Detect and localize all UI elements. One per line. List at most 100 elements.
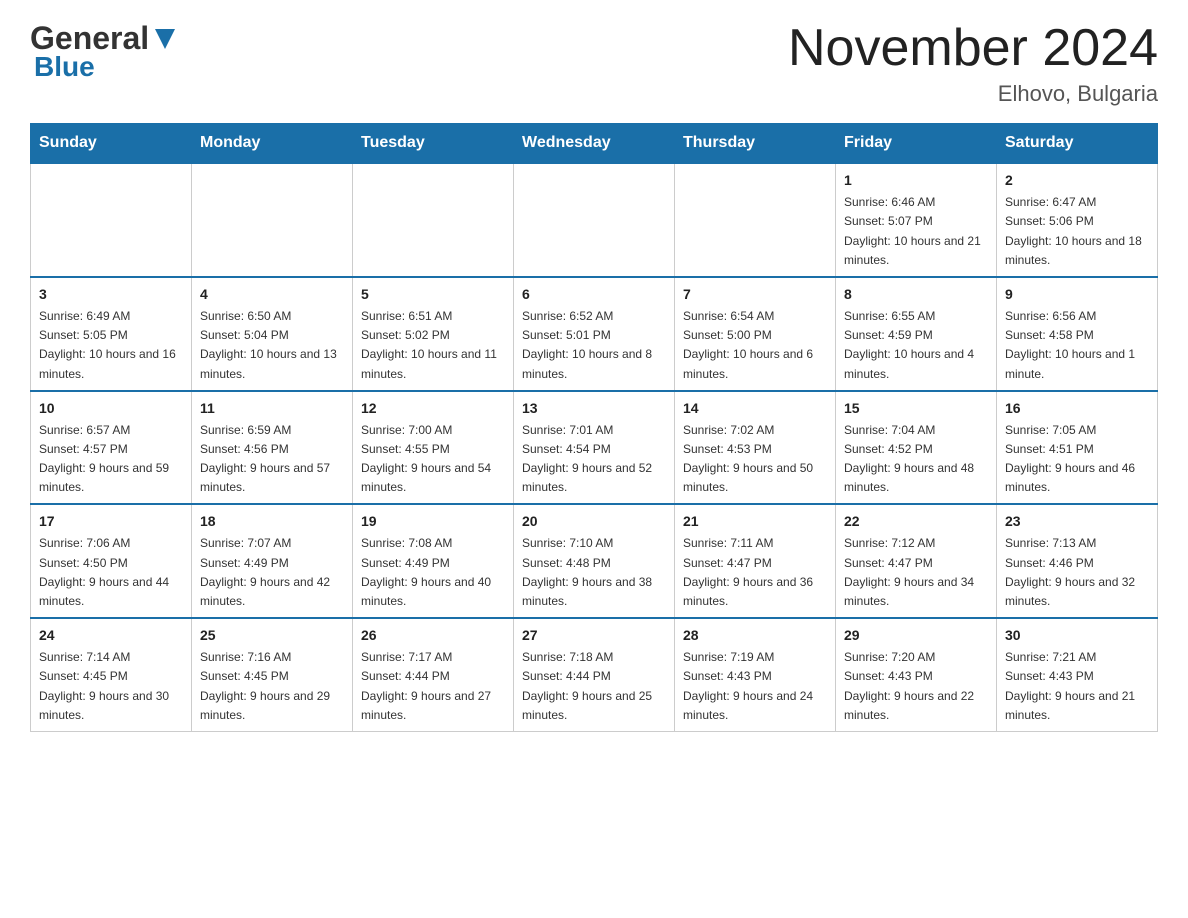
day-info: Sunrise: 7:16 AMSunset: 4:45 PMDaylight:… [200, 650, 330, 722]
day-number: 28 [683, 625, 827, 646]
day-number: 11 [200, 398, 344, 419]
calendar-day-cell [31, 163, 192, 277]
day-number: 29 [844, 625, 988, 646]
day-info: Sunrise: 7:08 AMSunset: 4:49 PMDaylight:… [361, 536, 491, 608]
day-info: Sunrise: 7:05 AMSunset: 4:51 PMDaylight:… [1005, 423, 1135, 495]
day-number: 21 [683, 511, 827, 532]
day-number: 23 [1005, 511, 1149, 532]
calendar-day-cell: 13 Sunrise: 7:01 AMSunset: 4:54 PMDaylig… [514, 391, 675, 505]
calendar-day-cell: 19 Sunrise: 7:08 AMSunset: 4:49 PMDaylig… [353, 504, 514, 618]
day-number: 12 [361, 398, 505, 419]
calendar-week-row: 10 Sunrise: 6:57 AMSunset: 4:57 PMDaylig… [31, 391, 1158, 505]
calendar-day-cell: 1 Sunrise: 6:46 AMSunset: 5:07 PMDayligh… [836, 163, 997, 277]
day-number: 30 [1005, 625, 1149, 646]
day-number: 25 [200, 625, 344, 646]
day-number: 1 [844, 170, 988, 191]
day-number: 15 [844, 398, 988, 419]
logo-blue: Blue [34, 51, 95, 83]
day-number: 3 [39, 284, 183, 305]
header-tuesday: Tuesday [353, 124, 514, 164]
day-number: 2 [1005, 170, 1149, 191]
calendar-day-cell: 27 Sunrise: 7:18 AMSunset: 4:44 PMDaylig… [514, 618, 675, 731]
day-info: Sunrise: 6:56 AMSunset: 4:58 PMDaylight:… [1005, 309, 1135, 381]
day-info: Sunrise: 6:52 AMSunset: 5:01 PMDaylight:… [522, 309, 652, 381]
day-info: Sunrise: 7:18 AMSunset: 4:44 PMDaylight:… [522, 650, 652, 722]
day-info: Sunrise: 6:46 AMSunset: 5:07 PMDaylight:… [844, 195, 981, 267]
calendar-week-row: 1 Sunrise: 6:46 AMSunset: 5:07 PMDayligh… [31, 163, 1158, 277]
day-info: Sunrise: 7:07 AMSunset: 4:49 PMDaylight:… [200, 536, 330, 608]
day-number: 9 [1005, 284, 1149, 305]
day-info: Sunrise: 6:54 AMSunset: 5:00 PMDaylight:… [683, 309, 813, 381]
calendar-day-cell: 23 Sunrise: 7:13 AMSunset: 4:46 PMDaylig… [997, 504, 1158, 618]
weekday-header-row: Sunday Monday Tuesday Wednesday Thursday… [31, 124, 1158, 164]
day-number: 14 [683, 398, 827, 419]
day-number: 27 [522, 625, 666, 646]
day-info: Sunrise: 7:02 AMSunset: 4:53 PMDaylight:… [683, 423, 813, 495]
calendar-day-cell: 8 Sunrise: 6:55 AMSunset: 4:59 PMDayligh… [836, 277, 997, 391]
day-number: 17 [39, 511, 183, 532]
calendar-day-cell: 26 Sunrise: 7:17 AMSunset: 4:44 PMDaylig… [353, 618, 514, 731]
calendar-day-cell: 9 Sunrise: 6:56 AMSunset: 4:58 PMDayligh… [997, 277, 1158, 391]
day-info: Sunrise: 7:13 AMSunset: 4:46 PMDaylight:… [1005, 536, 1135, 608]
location-subtitle: Elhovo, Bulgaria [788, 81, 1158, 107]
day-info: Sunrise: 7:01 AMSunset: 4:54 PMDaylight:… [522, 423, 652, 495]
calendar-week-row: 17 Sunrise: 7:06 AMSunset: 4:50 PMDaylig… [31, 504, 1158, 618]
header-wednesday: Wednesday [514, 124, 675, 164]
page-header: General Blue November 2024 Elhovo, Bulga… [30, 20, 1158, 107]
day-number: 18 [200, 511, 344, 532]
day-info: Sunrise: 7:21 AMSunset: 4:43 PMDaylight:… [1005, 650, 1135, 722]
calendar-day-cell: 6 Sunrise: 6:52 AMSunset: 5:01 PMDayligh… [514, 277, 675, 391]
calendar-day-cell: 17 Sunrise: 7:06 AMSunset: 4:50 PMDaylig… [31, 504, 192, 618]
day-number: 26 [361, 625, 505, 646]
calendar-day-cell: 12 Sunrise: 7:00 AMSunset: 4:55 PMDaylig… [353, 391, 514, 505]
day-info: Sunrise: 6:55 AMSunset: 4:59 PMDaylight:… [844, 309, 974, 381]
day-info: Sunrise: 7:19 AMSunset: 4:43 PMDaylight:… [683, 650, 813, 722]
calendar-day-cell: 4 Sunrise: 6:50 AMSunset: 5:04 PMDayligh… [192, 277, 353, 391]
day-number: 4 [200, 284, 344, 305]
calendar-day-cell [192, 163, 353, 277]
calendar-day-cell: 18 Sunrise: 7:07 AMSunset: 4:49 PMDaylig… [192, 504, 353, 618]
calendar-day-cell: 20 Sunrise: 7:10 AMSunset: 4:48 PMDaylig… [514, 504, 675, 618]
day-info: Sunrise: 7:04 AMSunset: 4:52 PMDaylight:… [844, 423, 974, 495]
calendar-table: Sunday Monday Tuesday Wednesday Thursday… [30, 123, 1158, 732]
header-monday: Monday [192, 124, 353, 164]
calendar-day-cell: 11 Sunrise: 6:59 AMSunset: 4:56 PMDaylig… [192, 391, 353, 505]
calendar-title-area: November 2024 Elhovo, Bulgaria [788, 20, 1158, 107]
calendar-day-cell [675, 163, 836, 277]
day-number: 13 [522, 398, 666, 419]
day-number: 22 [844, 511, 988, 532]
day-info: Sunrise: 7:00 AMSunset: 4:55 PMDaylight:… [361, 423, 491, 495]
day-info: Sunrise: 7:17 AMSunset: 4:44 PMDaylight:… [361, 650, 491, 722]
calendar-day-cell: 30 Sunrise: 7:21 AMSunset: 4:43 PMDaylig… [997, 618, 1158, 731]
day-info: Sunrise: 6:49 AMSunset: 5:05 PMDaylight:… [39, 309, 176, 381]
calendar-day-cell [353, 163, 514, 277]
day-info: Sunrise: 7:06 AMSunset: 4:50 PMDaylight:… [39, 536, 169, 608]
day-info: Sunrise: 6:50 AMSunset: 5:04 PMDaylight:… [200, 309, 337, 381]
logo-triangle-icon [151, 25, 179, 53]
day-number: 8 [844, 284, 988, 305]
calendar-week-row: 24 Sunrise: 7:14 AMSunset: 4:45 PMDaylig… [31, 618, 1158, 731]
day-number: 24 [39, 625, 183, 646]
logo: General Blue [30, 20, 179, 83]
day-number: 19 [361, 511, 505, 532]
day-number: 20 [522, 511, 666, 532]
day-info: Sunrise: 7:10 AMSunset: 4:48 PMDaylight:… [522, 536, 652, 608]
day-info: Sunrise: 7:12 AMSunset: 4:47 PMDaylight:… [844, 536, 974, 608]
calendar-day-cell: 5 Sunrise: 6:51 AMSunset: 5:02 PMDayligh… [353, 277, 514, 391]
calendar-day-cell: 7 Sunrise: 6:54 AMSunset: 5:00 PMDayligh… [675, 277, 836, 391]
day-number: 7 [683, 284, 827, 305]
calendar-day-cell: 2 Sunrise: 6:47 AMSunset: 5:06 PMDayligh… [997, 163, 1158, 277]
calendar-day-cell: 25 Sunrise: 7:16 AMSunset: 4:45 PMDaylig… [192, 618, 353, 731]
calendar-day-cell: 16 Sunrise: 7:05 AMSunset: 4:51 PMDaylig… [997, 391, 1158, 505]
calendar-day-cell: 15 Sunrise: 7:04 AMSunset: 4:52 PMDaylig… [836, 391, 997, 505]
calendar-week-row: 3 Sunrise: 6:49 AMSunset: 5:05 PMDayligh… [31, 277, 1158, 391]
day-number: 10 [39, 398, 183, 419]
header-friday: Friday [836, 124, 997, 164]
day-info: Sunrise: 7:20 AMSunset: 4:43 PMDaylight:… [844, 650, 974, 722]
calendar-day-cell: 10 Sunrise: 6:57 AMSunset: 4:57 PMDaylig… [31, 391, 192, 505]
calendar-day-cell: 14 Sunrise: 7:02 AMSunset: 4:53 PMDaylig… [675, 391, 836, 505]
day-info: Sunrise: 6:51 AMSunset: 5:02 PMDaylight:… [361, 309, 497, 381]
day-number: 16 [1005, 398, 1149, 419]
header-saturday: Saturday [997, 124, 1158, 164]
day-info: Sunrise: 6:57 AMSunset: 4:57 PMDaylight:… [39, 423, 169, 495]
